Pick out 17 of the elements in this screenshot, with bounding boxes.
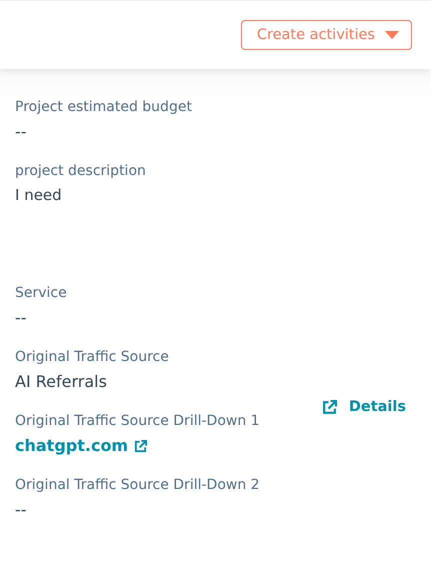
- create-activities-button[interactable]: Create activities: [240, 20, 412, 50]
- external-link-icon: [322, 400, 337, 414]
- field-value: AI Referrals: [15, 371, 108, 393]
- field-label: Project estimated budget: [15, 98, 193, 117]
- field-label: Original Traffic Source Drill-Down 1: [15, 412, 261, 431]
- caret-icon: [385, 31, 399, 39]
- field-label: Original Traffic Source Drill-Down 2: [15, 476, 261, 495]
- field-value: --: [15, 307, 28, 329]
- field-label: Service: [15, 284, 68, 303]
- field-value: --: [15, 121, 28, 143]
- value-link[interactable]: chatgpt.com: [15, 431, 148, 461]
- field-label: Original Traffic Source: [15, 348, 170, 367]
- external-link-icon: [134, 440, 148, 452]
- details-link[interactable]: Details: [322, 399, 406, 415]
- field-value: --: [15, 499, 28, 521]
- field-value: I need: [15, 185, 63, 206]
- field-label: project description: [15, 162, 147, 181]
